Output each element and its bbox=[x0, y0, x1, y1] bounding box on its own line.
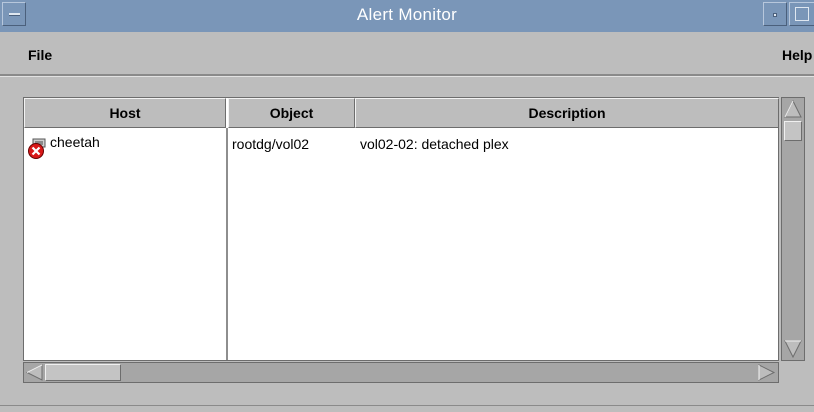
maximize-button[interactable] bbox=[789, 2, 814, 26]
menu-file[interactable]: File bbox=[28, 47, 52, 63]
scroll-down-icon[interactable] bbox=[783, 339, 803, 359]
menubar-divider bbox=[0, 76, 814, 77]
error-icon bbox=[28, 138, 46, 159]
column-header-description[interactable]: Description bbox=[355, 98, 779, 128]
minimize-icon bbox=[773, 13, 777, 17]
cell-host: cheetah bbox=[50, 134, 100, 150]
scroll-left-icon[interactable] bbox=[25, 364, 44, 381]
maximize-icon bbox=[795, 7, 809, 21]
column-header-host[interactable]: Host bbox=[24, 98, 226, 128]
scroll-right-icon[interactable] bbox=[757, 364, 776, 381]
cell-description: vol02-02: detached plex bbox=[360, 136, 509, 152]
column-divider bbox=[226, 128, 228, 360]
title-bar[interactable]: Alert Monitor bbox=[0, 0, 814, 33]
column-header-object[interactable]: Object bbox=[228, 98, 355, 128]
horizontal-scroll-thumb[interactable] bbox=[45, 364, 121, 381]
horizontal-scrollbar[interactable] bbox=[23, 362, 779, 383]
vertical-scroll-thumb[interactable] bbox=[784, 121, 802, 141]
vertical-scrollbar[interactable] bbox=[781, 97, 805, 361]
alert-table: Host Object Description cheetah rootdg/v… bbox=[23, 97, 779, 361]
minimize-button[interactable] bbox=[763, 2, 787, 26]
menu-bar: File Help bbox=[0, 32, 814, 76]
window-title: Alert Monitor bbox=[356, 5, 458, 24]
scrollbar-corner bbox=[781, 362, 805, 383]
window-bottom-divider bbox=[0, 405, 814, 406]
scroll-up-icon[interactable] bbox=[783, 99, 803, 119]
menu-help[interactable]: Help bbox=[782, 47, 812, 63]
cell-object: rootdg/vol02 bbox=[232, 136, 310, 152]
alert-monitor-window: Alert Monitor File Help Host Object Desc… bbox=[0, 0, 814, 412]
